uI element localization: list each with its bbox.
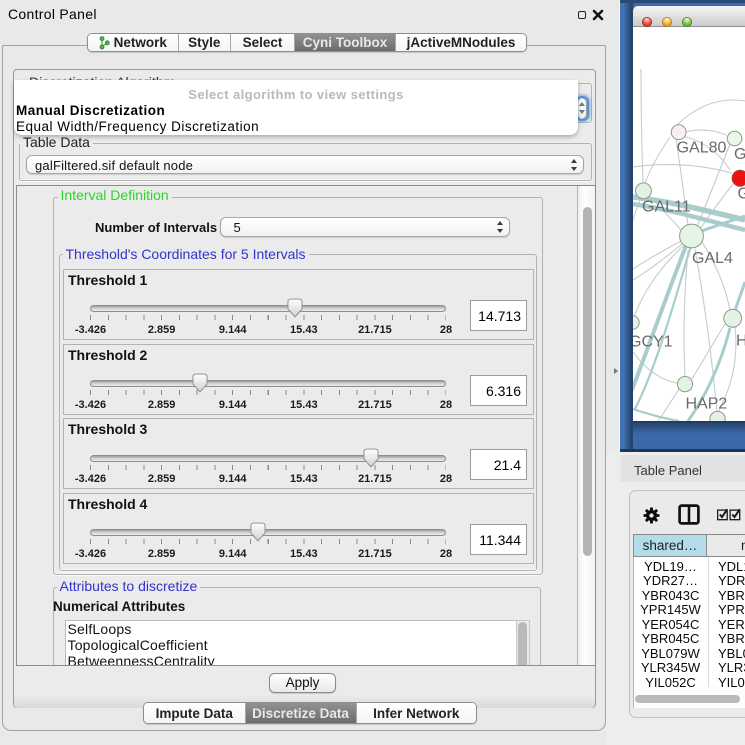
svg-text:GCY1: GCY1: [633, 334, 673, 351]
svg-text:H: H: [736, 333, 745, 350]
svg-text:GAL80: GAL80: [677, 140, 727, 157]
svg-text:HAP2: HAP2: [686, 396, 728, 413]
svg-text:GAL11: GAL11: [642, 199, 691, 216]
svg-text:GAL4: GAL4: [692, 250, 733, 267]
svg-text:GA: GA: [734, 146, 745, 163]
svg-text:G: G: [738, 185, 745, 202]
